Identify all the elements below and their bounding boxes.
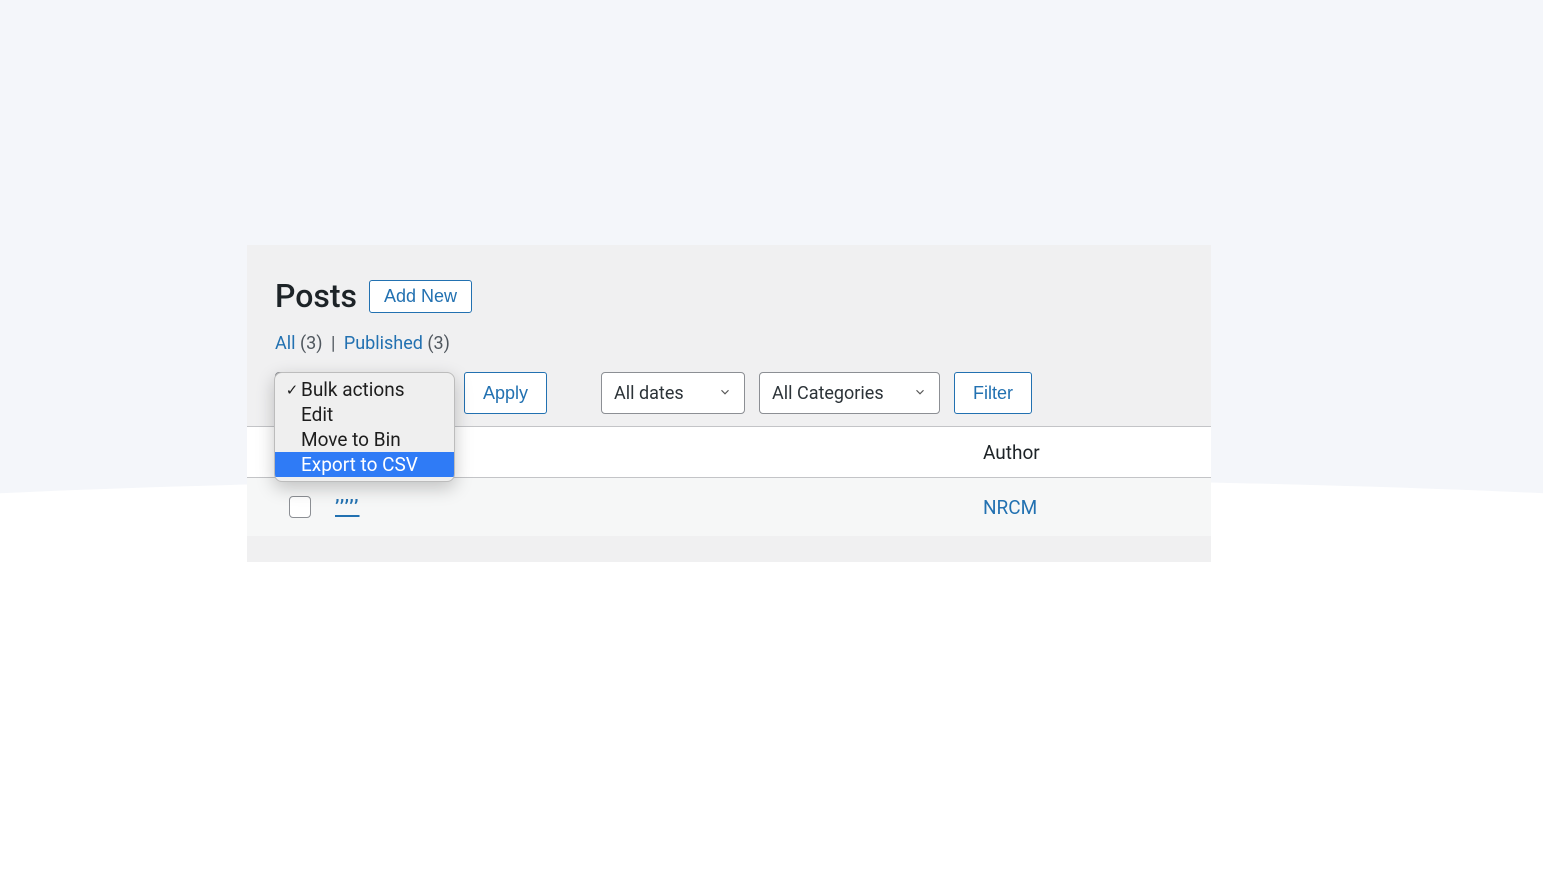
posts-admin-panel: Posts Add New All (3) | Published (3) ✓ … <box>247 245 1211 562</box>
bulk-option-edit[interactable]: Edit <box>275 402 454 427</box>
dates-select-label: All dates <box>614 383 684 404</box>
table-row: ’’’’’ NRCM <box>247 478 1211 536</box>
bulk-option-move-to-bin[interactable]: Move to Bin <box>275 427 454 452</box>
bulk-option-label: Edit <box>301 403 333 426</box>
apply-button[interactable]: Apply <box>464 372 547 414</box>
filter-published-count: (3) <box>427 333 450 354</box>
row-title-cell: ’’’’’ <box>275 495 983 519</box>
page-title: Posts <box>275 277 357 315</box>
row-checkbox[interactable] <box>289 496 311 518</box>
chevron-down-icon <box>913 383 927 404</box>
filter-separator: | <box>331 333 340 354</box>
categories-select[interactable]: All Categories <box>759 372 940 414</box>
check-icon: ✓ <box>283 381 301 399</box>
filter-all-count: (3) <box>300 333 323 354</box>
dates-select[interactable]: All dates <box>601 372 745 414</box>
filter-all-link[interactable]: All <box>275 333 296 354</box>
row-title-link[interactable]: ’’’’’ <box>335 495 360 519</box>
chevron-down-icon <box>718 383 732 404</box>
categories-select-label: All Categories <box>772 383 884 404</box>
row-author-cell: NRCM <box>983 496 1183 519</box>
add-new-button[interactable]: Add New <box>369 280 472 313</box>
column-author-header: Author <box>983 441 1183 464</box>
status-filter-bar: All (3) | Published (3) <box>247 333 1211 372</box>
bulk-option-label: Move to Bin <box>301 428 401 451</box>
filter-published-link[interactable]: Published <box>344 333 423 354</box>
bulk-option-export-to-csv[interactable]: Export to CSV <box>275 452 454 477</box>
bulk-option-label: Export to CSV <box>301 453 418 476</box>
row-author-link[interactable]: NRCM <box>983 496 1037 519</box>
bulk-option-bulk-actions[interactable]: ✓ Bulk actions <box>275 377 454 402</box>
toolbar: ✓ Bulk actions Edit Move to Bin Export t… <box>247 372 1211 426</box>
bulk-actions-wrapper: ✓ Bulk actions Edit Move to Bin Export t… <box>275 372 450 414</box>
panel-header: Posts Add New <box>247 245 1211 333</box>
bulk-actions-dropdown: ✓ Bulk actions Edit Move to Bin Export t… <box>274 372 455 482</box>
filter-button[interactable]: Filter <box>954 372 1032 414</box>
bulk-option-label: Bulk actions <box>301 378 405 401</box>
